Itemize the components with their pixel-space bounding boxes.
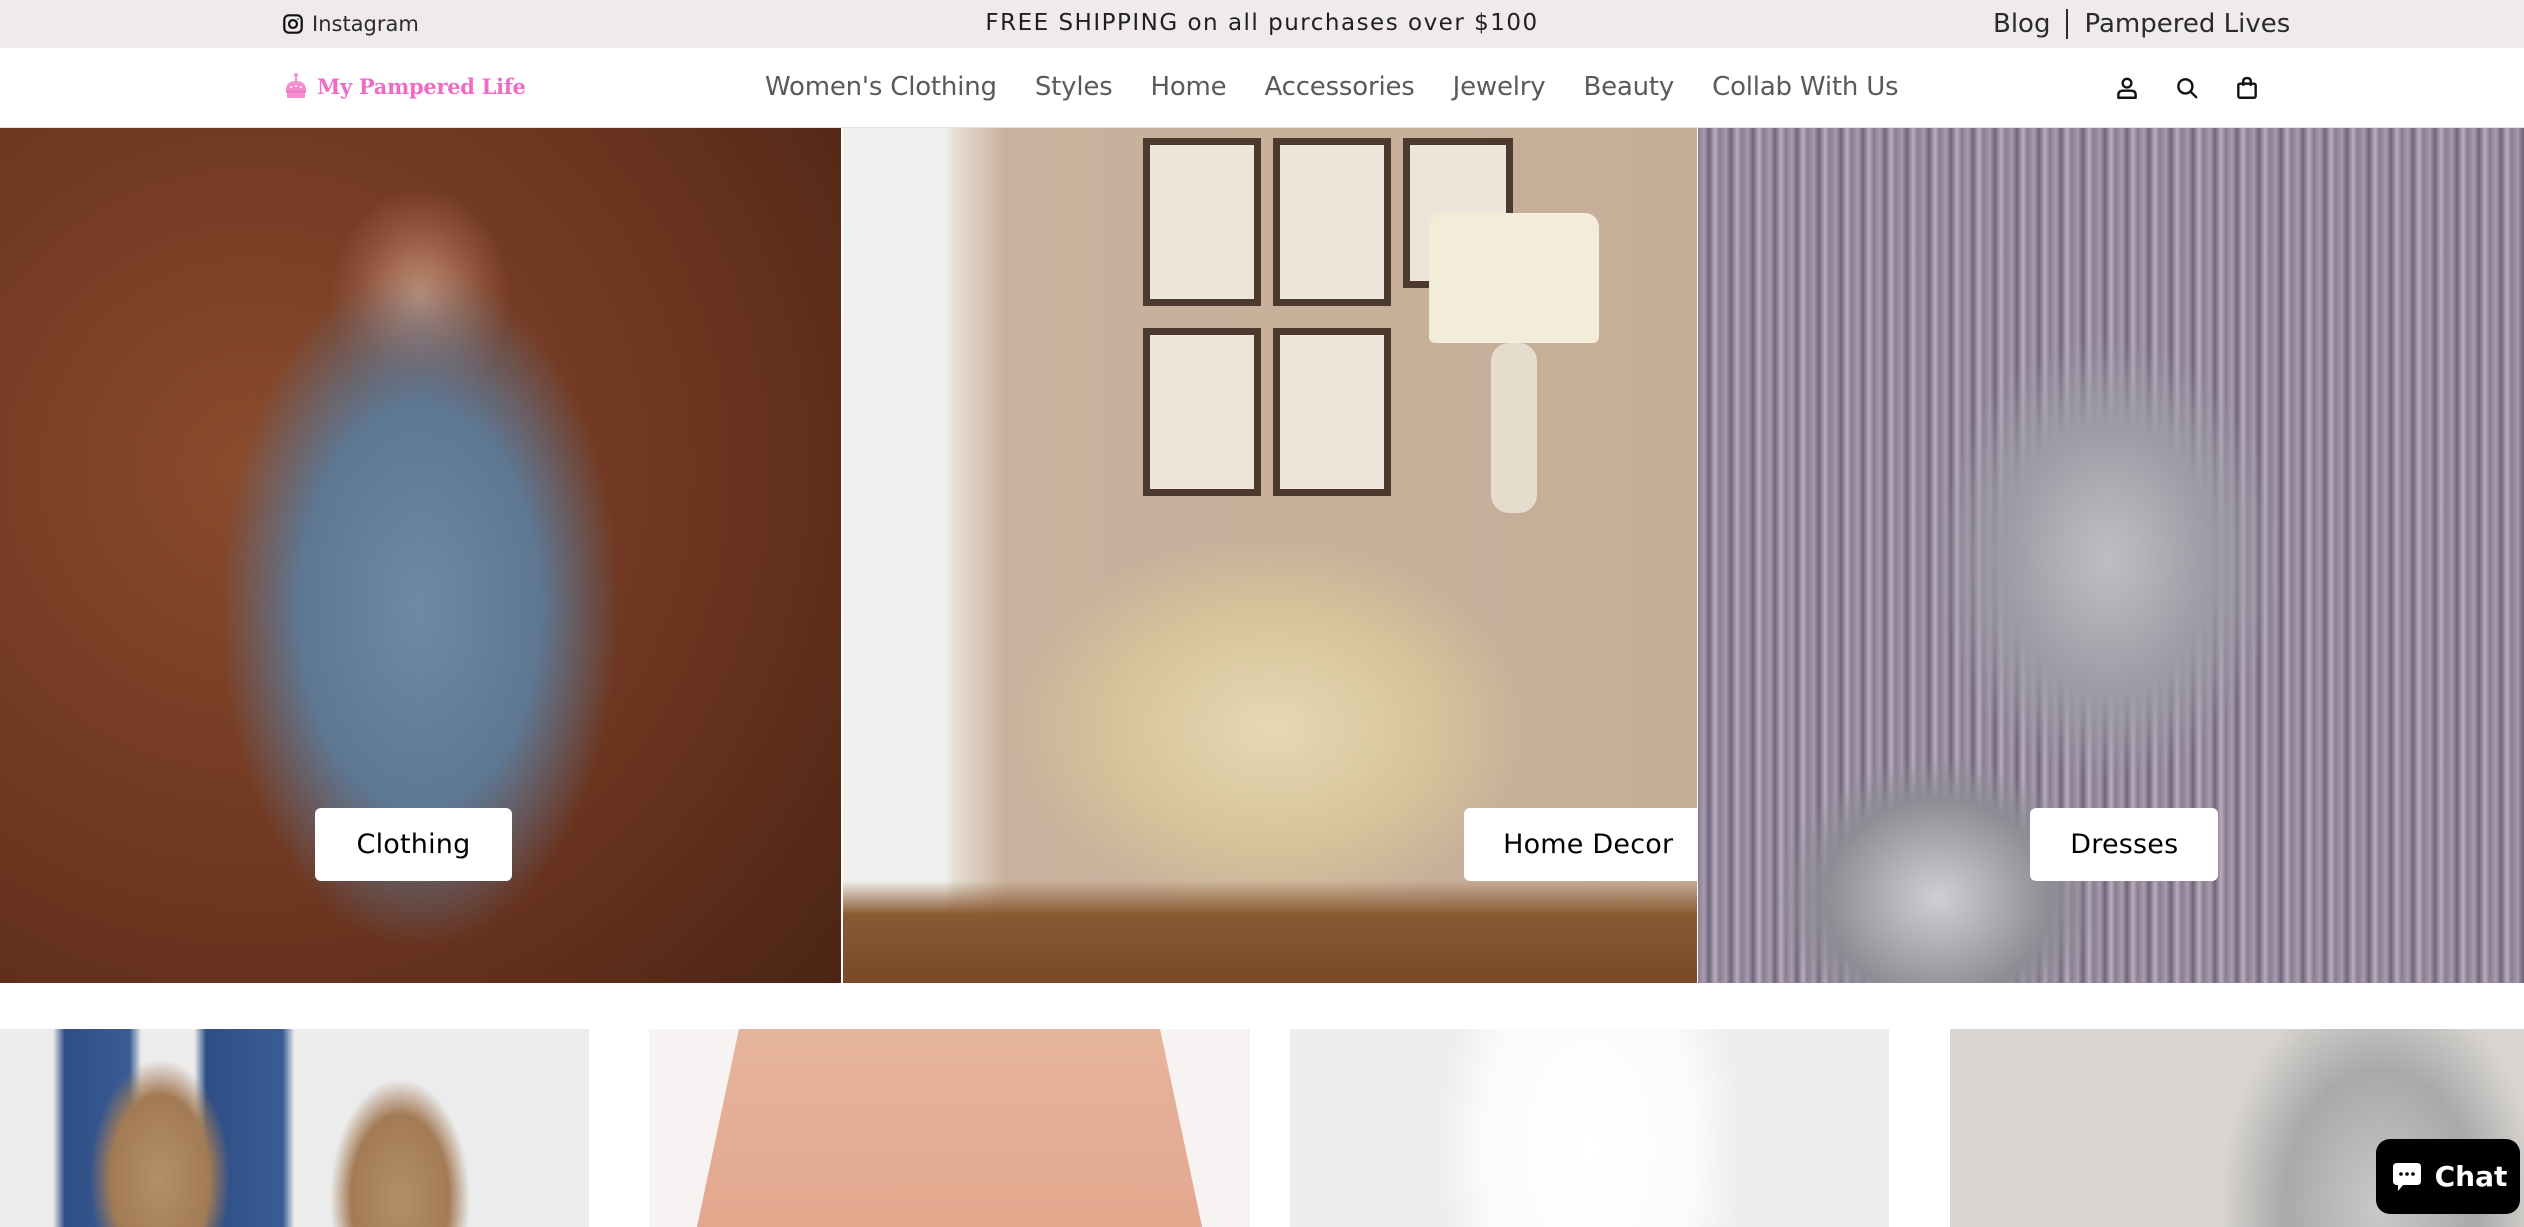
lamp-base bbox=[1490, 343, 1537, 513]
product-grid bbox=[0, 1029, 2524, 1227]
chat-button[interactable]: Chat bbox=[2376, 1139, 2520, 1214]
botanical-print bbox=[1272, 328, 1391, 496]
nav-accessories[interactable]: Accessories bbox=[1264, 70, 1414, 104]
nav-jewelry[interactable]: Jewelry bbox=[1453, 70, 1546, 104]
hero-panel-home-decor[interactable]: Home Decor bbox=[842, 128, 1698, 983]
dresses-button[interactable]: Dresses bbox=[2030, 808, 2219, 881]
product-card-boots[interactable] bbox=[0, 1029, 589, 1227]
logo[interactable]: My Pampered Life bbox=[283, 72, 526, 100]
utility-links: Blog Pampered Lives bbox=[1993, 6, 2290, 42]
hero-panel-dresses[interactable]: Dresses bbox=[1698, 128, 2524, 983]
hero-collections: Clothing Home Decor Dresses bbox=[0, 128, 2524, 983]
chat-label: Chat bbox=[2434, 1160, 2508, 1193]
crown-icon bbox=[286, 73, 306, 98]
logo-text: My Pampered Life bbox=[317, 73, 526, 99]
main-nav: Women's Clothing Styles Home Accessories… bbox=[765, 70, 1899, 104]
nav-home[interactable]: Home bbox=[1150, 70, 1226, 104]
divider bbox=[2066, 9, 2069, 39]
chat-bubble-icon bbox=[2392, 1162, 2421, 1191]
nav-womens-clothing[interactable]: Women's Clothing bbox=[765, 70, 997, 104]
botanical-print bbox=[1142, 328, 1261, 496]
botanical-print bbox=[1272, 138, 1391, 306]
nav-styles[interactable]: Styles bbox=[1035, 70, 1113, 104]
account-icon bbox=[2117, 77, 2137, 99]
blog-link[interactable]: Blog bbox=[1993, 9, 2050, 39]
cart-icon bbox=[2237, 76, 2257, 99]
search-icon bbox=[2177, 78, 2198, 99]
account-button[interactable] bbox=[2114, 74, 2140, 102]
product-card-necklace[interactable] bbox=[649, 1029, 1250, 1227]
announcement-bar: Instagram FREE SHIPPING on all purchases… bbox=[0, 0, 2524, 48]
clothing-button[interactable]: Clothing bbox=[315, 808, 512, 881]
pampered-lives-link[interactable]: Pampered Lives bbox=[2084, 9, 2290, 39]
botanical-print bbox=[1142, 138, 1261, 306]
nav-collab-with-us[interactable]: Collab With Us bbox=[1712, 70, 1898, 104]
nav-beauty[interactable]: Beauty bbox=[1583, 70, 1674, 104]
header-icons bbox=[2114, 74, 2260, 102]
lamp bbox=[1428, 213, 1599, 343]
product-card-white-shirt[interactable] bbox=[1290, 1029, 1889, 1227]
cart-button[interactable] bbox=[2234, 74, 2260, 102]
hero-panel-clothing[interactable]: Clothing bbox=[0, 128, 841, 983]
home-decor-button[interactable]: Home Decor bbox=[1463, 808, 1698, 881]
site-header: My Pampered Life Women's Clothing Styles… bbox=[0, 48, 2524, 128]
search-button[interactable] bbox=[2174, 74, 2200, 102]
